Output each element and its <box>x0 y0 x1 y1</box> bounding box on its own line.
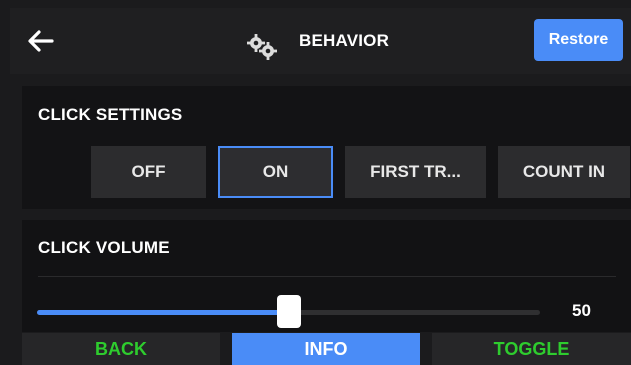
volume-slider-thumb[interactable] <box>277 295 301 328</box>
back-button[interactable]: BACK <box>22 333 220 365</box>
volume-slider[interactable] <box>37 295 540 328</box>
back-arrow-icon[interactable] <box>26 26 56 56</box>
volume-slider-fill <box>37 310 289 315</box>
option-count-in[interactable]: COUNT IN <box>498 146 630 198</box>
page-title: BEHAVIOR <box>299 31 390 50</box>
gears-icon <box>247 34 277 60</box>
header-bar: BEHAVIOR Restore <box>10 8 631 74</box>
option-on[interactable]: ON <box>218 146 333 198</box>
option-first-tr[interactable]: FIRST TR... <box>345 146 486 198</box>
info-button[interactable]: INFO <box>232 333 420 365</box>
divider <box>38 276 616 277</box>
click-settings-label: CLICK SETTINGS <box>38 105 183 124</box>
volume-value: 50 <box>572 301 591 320</box>
toggle-button[interactable]: TOGGLE <box>432 333 631 365</box>
option-off[interactable]: OFF <box>91 146 206 198</box>
restore-button[interactable]: Restore <box>534 19 623 61</box>
click-volume-panel: CLICK VOLUME 50 <box>22 220 631 332</box>
click-volume-label: CLICK VOLUME <box>38 238 170 257</box>
click-settings-panel: CLICK SETTINGS OFF ON FIRST TR... COUNT … <box>22 86 631 209</box>
bottom-action-bar: BACK INFO TOGGLE <box>10 333 631 365</box>
